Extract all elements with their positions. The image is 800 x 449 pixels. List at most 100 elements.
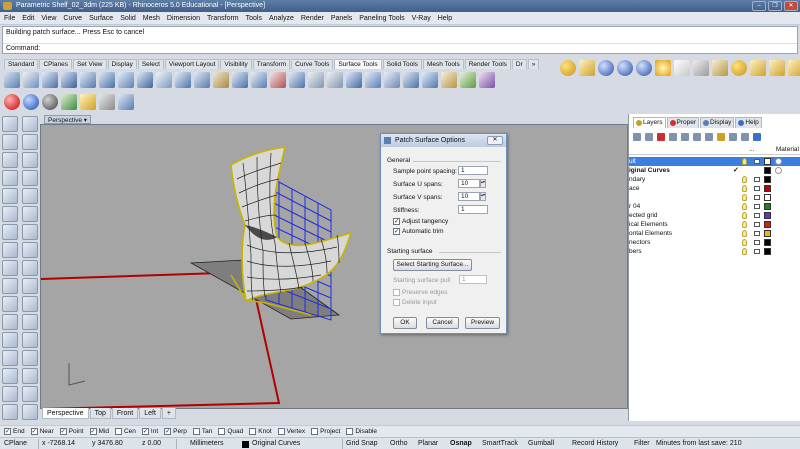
osnap-quad[interactable]: Quad [218, 428, 243, 435]
layer-row[interactable] [629, 193, 800, 202]
light-icon[interactable] [674, 60, 690, 76]
delete-layer-icon[interactable] [657, 133, 665, 141]
m-plugin-icon[interactable] [560, 60, 576, 76]
help-icon[interactable] [753, 133, 761, 141]
select-arrow-icon[interactable] [2, 116, 18, 132]
rotate-icon[interactable] [2, 314, 18, 330]
render-grey-sphere-icon[interactable] [42, 94, 58, 110]
new-sublayer-icon[interactable] [645, 133, 653, 141]
tab-standard[interactable]: Standard [4, 59, 39, 69]
osnap-end[interactable]: ✓ End [4, 428, 25, 435]
osnap-knot[interactable]: Knot [249, 428, 272, 435]
analyze-curvature-icon[interactable] [460, 72, 476, 88]
copy-icon[interactable] [22, 296, 38, 312]
zebra-icon[interactable] [479, 72, 495, 88]
tab-overflow[interactable]: » [527, 59, 540, 69]
automatic-trim-checkbox[interactable]: ✓ Automatic trim [393, 228, 444, 235]
sample-spacing-input[interactable]: 1 [458, 166, 488, 175]
tab-properties[interactable]: Proper [666, 117, 700, 128]
offset-icon[interactable] [22, 224, 38, 240]
move-down-icon[interactable] [681, 133, 689, 141]
current-layer-label[interactable]: Original Curves [252, 438, 300, 449]
viewport-title[interactable]: Perspective ▾ [44, 115, 92, 124]
cplane-label[interactable]: CPlane [4, 438, 27, 449]
render-icon[interactable] [22, 386, 38, 402]
menu-tools[interactable]: Tools [246, 15, 262, 22]
render-window-icon[interactable] [118, 94, 134, 110]
menu-paneling-tools[interactable]: Paneling Tools [359, 15, 404, 22]
osnap-cen[interactable]: Cen [114, 428, 136, 435]
loft-icon[interactable] [80, 72, 96, 88]
explode-icon[interactable] [2, 278, 18, 294]
viewport-tab-front[interactable]: Front [111, 408, 139, 419]
sweep2-icon[interactable] [118, 72, 134, 88]
filter-toggle[interactable]: Filter [634, 438, 650, 449]
layer-color-swatch[interactable] [764, 248, 771, 255]
stiffness-input[interactable]: 1 [458, 205, 488, 214]
surface-from-points-icon[interactable] [4, 72, 20, 88]
symmetry-icon[interactable] [422, 72, 438, 88]
tab-display[interactable]: Display [107, 59, 137, 69]
fillet-surface-icon[interactable] [194, 72, 210, 88]
m-plugin-2-icon[interactable] [731, 60, 747, 76]
material-swatch[interactable] [775, 167, 782, 174]
light-bulb-icon[interactable] [742, 185, 747, 192]
grid-snap-toggle[interactable]: Grid Snap [346, 438, 378, 449]
layer-row[interactable]: ndary [629, 175, 800, 184]
current-layer-swatch[interactable] [242, 441, 249, 448]
free-form-icon[interactable] [22, 188, 38, 204]
wand-icon[interactable] [579, 60, 595, 76]
osnap-disable[interactable]: Disable [346, 428, 377, 435]
points-on-icon[interactable] [2, 350, 18, 366]
ok-button[interactable]: OK [393, 317, 417, 329]
tab-surface-tools[interactable]: Surface Tools [334, 59, 382, 69]
layer-row[interactable]: bers [629, 247, 800, 256]
menu-curve[interactable]: Curve [63, 15, 82, 22]
layer-color-swatch[interactable] [764, 167, 771, 174]
move-icon[interactable] [2, 296, 18, 312]
menu-mesh[interactable]: Mesh [143, 15, 160, 22]
layer-color-swatch[interactable] [764, 176, 771, 183]
tab-drafting[interactable]: Dr [511, 59, 527, 69]
environment-icon[interactable] [61, 94, 77, 110]
layer-color-swatch[interactable] [764, 230, 771, 237]
lock-icon[interactable] [754, 195, 760, 200]
mesh-icon[interactable] [2, 224, 18, 240]
group-icon[interactable] [22, 278, 38, 294]
adjust-tangency-checkbox[interactable]: ✓ Adjust tangency [393, 218, 448, 225]
layer-color-swatch[interactable] [764, 194, 771, 201]
texture-icon[interactable] [712, 60, 728, 76]
planar-toggle[interactable]: Planar [418, 438, 438, 449]
menu-solid[interactable]: Solid [120, 15, 136, 22]
lock-icon[interactable] [754, 204, 760, 209]
add-viewport-tab-button[interactable]: + [161, 408, 176, 419]
lock-icon[interactable] [754, 159, 760, 164]
connect-surface-icon[interactable] [403, 72, 419, 88]
degree-icon[interactable] [327, 72, 343, 88]
soft-edit-icon[interactable] [441, 72, 457, 88]
tab-transform[interactable]: Transform [252, 59, 291, 69]
sweep1-icon[interactable] [99, 72, 115, 88]
planar-surface-icon[interactable] [42, 72, 58, 88]
dialog-title-bar[interactable]: Patch Surface Options ✕ [381, 134, 506, 147]
tab-visibility[interactable]: Visibility [220, 59, 252, 69]
match-surface-icon[interactable] [365, 72, 381, 88]
surface-from-edges-icon[interactable] [23, 72, 39, 88]
viewport-menu-chevron-icon[interactable]: ▾ [84, 117, 87, 124]
tab-viewport-layout[interactable]: Viewport Layout [164, 59, 220, 69]
surface-icon[interactable] [2, 206, 18, 222]
extrude-icon[interactable] [61, 72, 77, 88]
point-icon[interactable] [22, 116, 38, 132]
tab-select[interactable]: Select [137, 59, 164, 69]
cancel-button[interactable]: Cancel [426, 317, 459, 329]
menu-view[interactable]: View [41, 15, 56, 22]
extend-surface-icon[interactable] [251, 72, 267, 88]
warning-icon[interactable] [80, 94, 96, 110]
layer-row[interactable]: ult [629, 157, 800, 166]
layer-row[interactable]: ontal Elements [629, 229, 800, 238]
osnap-tan[interactable]: Tan [192, 428, 212, 435]
layer-color-swatch[interactable] [764, 212, 771, 219]
render-red-sphere-icon[interactable] [4, 94, 20, 110]
smarttrack-toggle[interactable]: SmartTrack [482, 438, 518, 449]
maximize-button[interactable]: ❐ [768, 1, 782, 11]
